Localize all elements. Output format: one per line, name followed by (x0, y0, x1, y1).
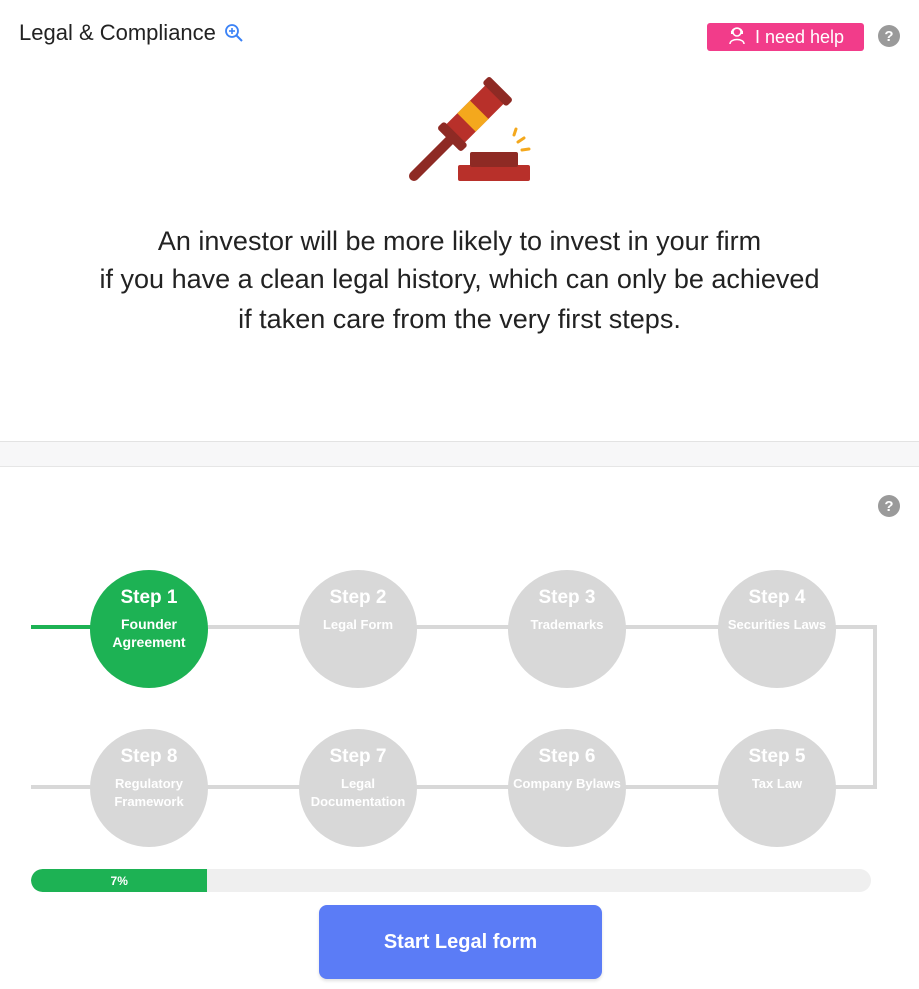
step-label: Tax Law (751, 776, 803, 791)
question-circle-icon[interactable]: ? (878, 25, 900, 47)
intro-text: An investor will be more likely to inves… (0, 222, 919, 338)
step-number: Step 5 (748, 746, 806, 767)
step-number: Step 6 (538, 746, 596, 767)
step-7[interactable]: Step 7 Legal Documentation (299, 729, 417, 847)
progress-bar: 7% (31, 869, 871, 892)
step-label: Trademarks (530, 617, 604, 632)
step-number: Step 2 (329, 587, 387, 608)
section-divider (0, 442, 919, 467)
step-number: Step 3 (538, 587, 596, 608)
intro-card: Legal & Compliance I need help ? An inve… (0, 0, 919, 442)
support-agent-icon (727, 25, 747, 50)
step-5[interactable]: Step 5 Tax Law (718, 729, 836, 847)
step-6[interactable]: Step 6 Company Bylaws (508, 729, 626, 847)
step-1[interactable]: Step 1 Founder Agreement (90, 570, 208, 688)
gavel-icon (409, 77, 531, 181)
step-label: Company Bylaws (513, 776, 621, 791)
i-need-help-button[interactable]: I need help (707, 23, 864, 51)
step-label: Regulatory Framework (114, 776, 184, 809)
step-3[interactable]: Step 3 Trademarks (508, 570, 626, 688)
step-number: Step 7 (329, 746, 387, 767)
question-circle-icon[interactable]: ? (878, 495, 900, 517)
start-legal-form-button[interactable]: Start Legal form (319, 905, 602, 979)
zoom-in-icon[interactable] (224, 23, 244, 43)
step-label: Securities Laws (727, 617, 827, 632)
step-number: Step 4 (748, 587, 806, 608)
step-8[interactable]: Step 8 Regulatory Framework (90, 729, 208, 847)
progress-fill: 7% (31, 869, 208, 892)
step-2[interactable]: Step 2 Legal Form (299, 570, 417, 688)
page-title: Legal & Compliance (19, 20, 216, 45)
step-number: Step 8 (120, 746, 178, 767)
section-header: Legal & Compliance (19, 20, 244, 46)
step-label: Legal Documentation (310, 776, 406, 809)
step-label: Legal Form (322, 617, 394, 632)
step-number: Step 1 (120, 587, 178, 608)
step-label: Founder Agreement (112, 616, 186, 650)
help-label: I need help (754, 26, 845, 47)
intro-line-1: An investor will be more likely to inves… (157, 226, 762, 256)
step-4[interactable]: Step 4 Securities Laws (718, 570, 836, 688)
progress-label: 7% (110, 873, 128, 888)
intro-line-3: if taken care from the very first steps. (238, 304, 681, 334)
intro-line-2: if you have a clean legal history, which… (99, 264, 820, 294)
